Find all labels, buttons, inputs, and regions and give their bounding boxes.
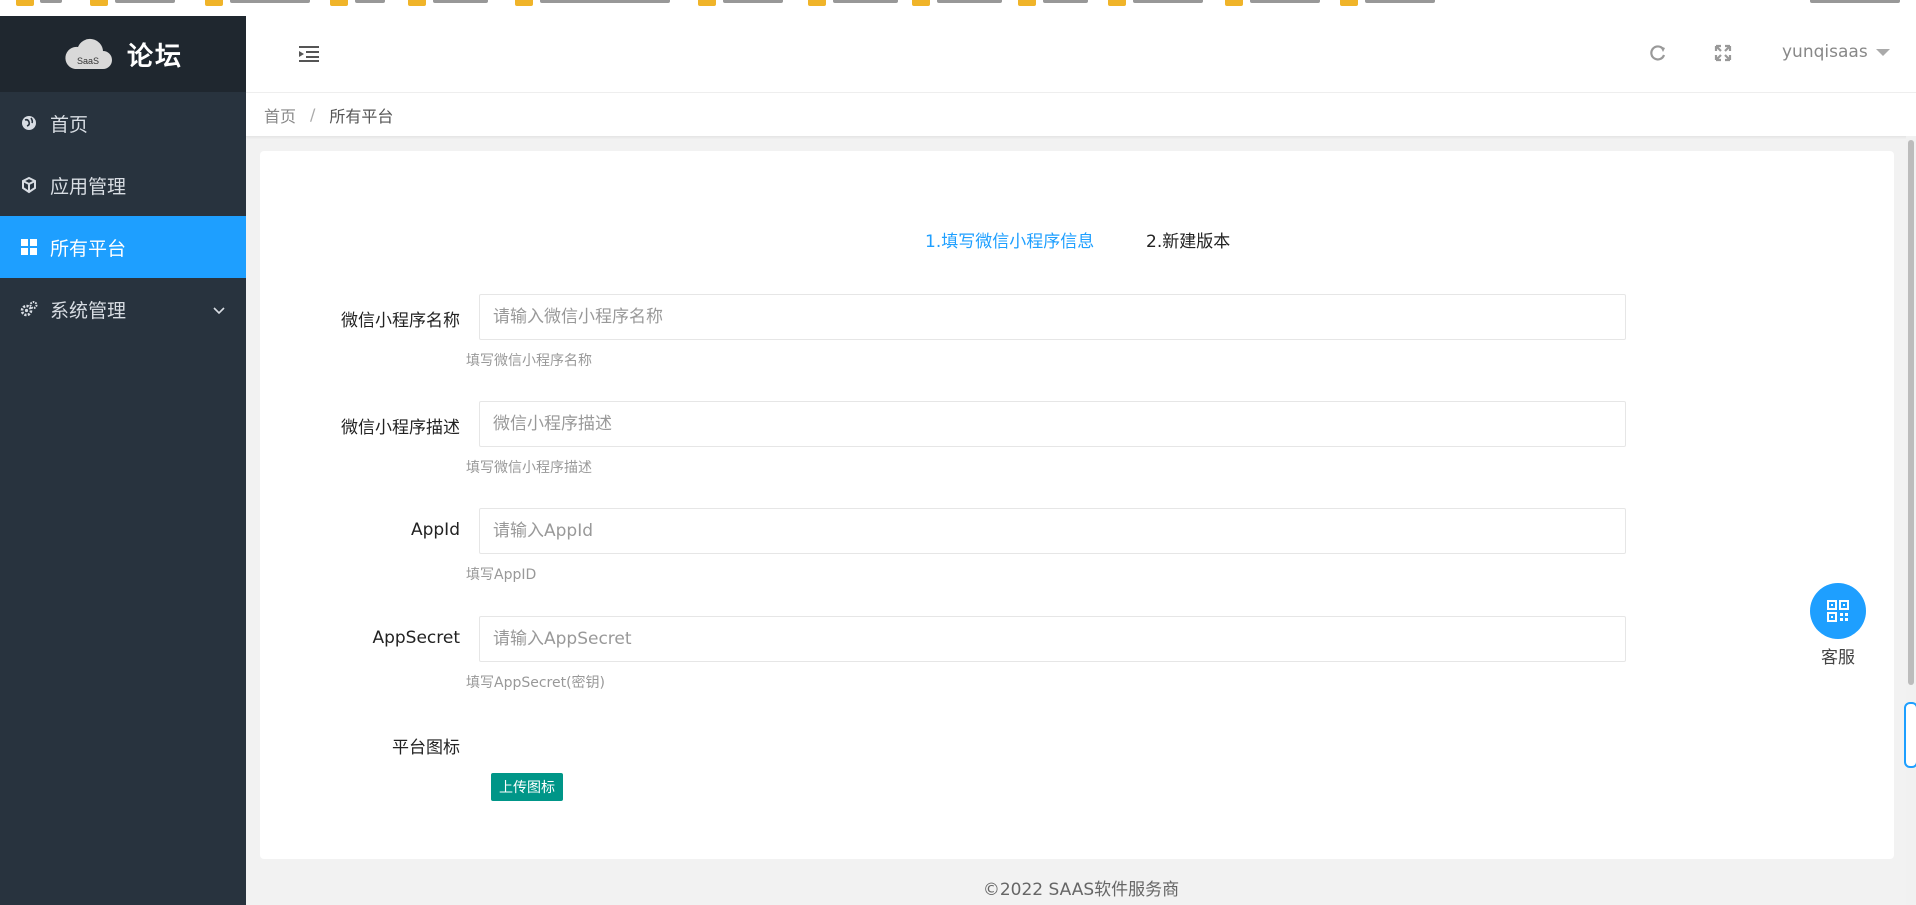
bookmark-text — [540, 0, 670, 3]
sidebar-item-app-management[interactable]: 应用管理 — [0, 154, 246, 216]
refresh-icon[interactable] — [1648, 43, 1668, 63]
miniprogram-name-input[interactable] — [479, 294, 1626, 340]
bookmark-folder-icon[interactable] — [698, 0, 716, 6]
customer-service-label: 客服 — [1821, 648, 1855, 668]
sidebar-item-label: 系统管理 — [50, 299, 127, 322]
bookmark-text — [1133, 0, 1203, 3]
sidebar-toggle-icon[interactable] — [299, 45, 321, 63]
cube-icon — [20, 176, 38, 194]
gears-icon — [20, 300, 38, 318]
sidebar-item-label: 应用管理 — [50, 175, 127, 198]
bookmark-folder-icon[interactable] — [408, 0, 426, 6]
page-scrollbar[interactable] — [1906, 136, 1916, 905]
bookmark-folder-icon[interactable] — [1108, 0, 1126, 6]
breadcrumb-home-link[interactable]: 首页 — [264, 103, 296, 127]
breadcrumb: 首页 / 所有平台 — [246, 93, 1916, 137]
desc-tip: 填写微信小程序描述 — [466, 460, 592, 476]
sidebar-item-label: 所有平台 — [50, 237, 127, 260]
bookmark-folder-icon[interactable] — [1018, 0, 1036, 6]
bookmark-text — [355, 0, 385, 3]
sidebar-menu: 首页 应用管理 所有平台 系统管理 — [0, 92, 246, 340]
top-header: yunqisaas — [246, 16, 1916, 93]
bookmark-text — [115, 0, 175, 3]
upload-icon-button[interactable]: 上传图标 — [491, 773, 563, 801]
bookmark-folder-icon[interactable] — [1340, 0, 1358, 6]
user-menu[interactable]: yunqisaas — [1782, 42, 1890, 62]
appid-label: AppId — [410, 520, 460, 540]
miniprogram-desc-input[interactable] — [479, 401, 1626, 447]
name-label: 微信小程序名称 — [341, 311, 460, 331]
scrollbar-thumb[interactable] — [1908, 140, 1914, 685]
step-1-tab[interactable]: 1.填写微信小程序信息 — [925, 227, 1094, 252]
bookmark-text[interactable] — [1810, 0, 1900, 3]
fullscreen-icon[interactable] — [1713, 43, 1733, 63]
bookmark-text — [433, 0, 488, 3]
desc-label: 微信小程序描述 — [341, 418, 460, 438]
qrcode-icon — [1810, 583, 1866, 639]
bookmark-text — [230, 0, 310, 3]
browser-bookmark-bar — [0, 0, 1916, 17]
breadcrumb-separator: / — [310, 105, 316, 124]
app-title: 论坛 — [126, 41, 183, 72]
appsecret-label: AppSecret — [372, 628, 460, 648]
bookmark-folder-icon[interactable] — [1225, 0, 1243, 6]
bookmark-text — [723, 0, 783, 3]
bookmark-folder-icon[interactable] — [16, 0, 34, 6]
sidebar-item-all-platforms[interactable]: 所有平台 — [0, 216, 246, 278]
scroll-position-indicator[interactable] — [1904, 702, 1916, 768]
bookmark-text — [1043, 0, 1088, 3]
logo-badge-text: SaaS — [77, 56, 99, 66]
customer-service-button[interactable]: 客服 — [1810, 583, 1866, 668]
bookmark-text — [1365, 0, 1435, 3]
sidebar: SaaS 论坛 首页 应用管理 所有平台 系统管理 — [0, 16, 246, 905]
appsecret-tip: 填写AppSecret(密钥) — [466, 675, 606, 691]
cloud-logo-icon: SaaS — [63, 35, 113, 73]
grid-icon — [20, 238, 38, 256]
form-card: 1.填写微信小程序信息 2.新建版本 微信小程序名称 填写微信小程序名称 微信小… — [260, 151, 1894, 859]
logo[interactable]: SaaS 论坛 — [0, 16, 246, 92]
bookmark-text — [833, 0, 898, 3]
bookmark-folder-icon[interactable] — [912, 0, 930, 6]
caret-down-icon — [1875, 48, 1890, 56]
appid-tip: 填写AppID — [466, 567, 537, 583]
bookmark-folder-icon[interactable] — [205, 0, 223, 6]
bookmark-folder-icon[interactable] — [330, 0, 348, 6]
step-2-tab[interactable]: 2.新建版本 — [1146, 227, 1230, 252]
bookmark-text — [40, 0, 62, 3]
sidebar-item-label: 首页 — [50, 113, 89, 136]
bookmark-folder-icon[interactable] — [808, 0, 826, 6]
platform-icon-label: 平台图标 — [392, 738, 460, 758]
step-indicator: 1.填写微信小程序信息 2.新建版本 — [260, 227, 1894, 257]
sidebar-item-home[interactable]: 首页 — [0, 92, 246, 154]
bookmark-folder-icon[interactable] — [90, 0, 108, 6]
bookmark-text — [937, 0, 1002, 3]
breadcrumb-current: 所有平台 — [329, 106, 394, 126]
appid-input[interactable] — [479, 508, 1626, 554]
name-tip: 填写微信小程序名称 — [466, 353, 592, 369]
appsecret-input[interactable] — [479, 616, 1626, 662]
sidebar-item-system-management[interactable]: 系统管理 — [0, 278, 246, 340]
bookmark-text — [1250, 0, 1320, 3]
bookmark-folder-icon[interactable] — [515, 0, 533, 6]
footer-copyright: ©2022 SAAS软件服务商 — [982, 880, 1180, 900]
chevron-down-icon — [212, 301, 226, 315]
username: yunqisaas — [1782, 42, 1868, 62]
globe-icon — [20, 114, 38, 132]
